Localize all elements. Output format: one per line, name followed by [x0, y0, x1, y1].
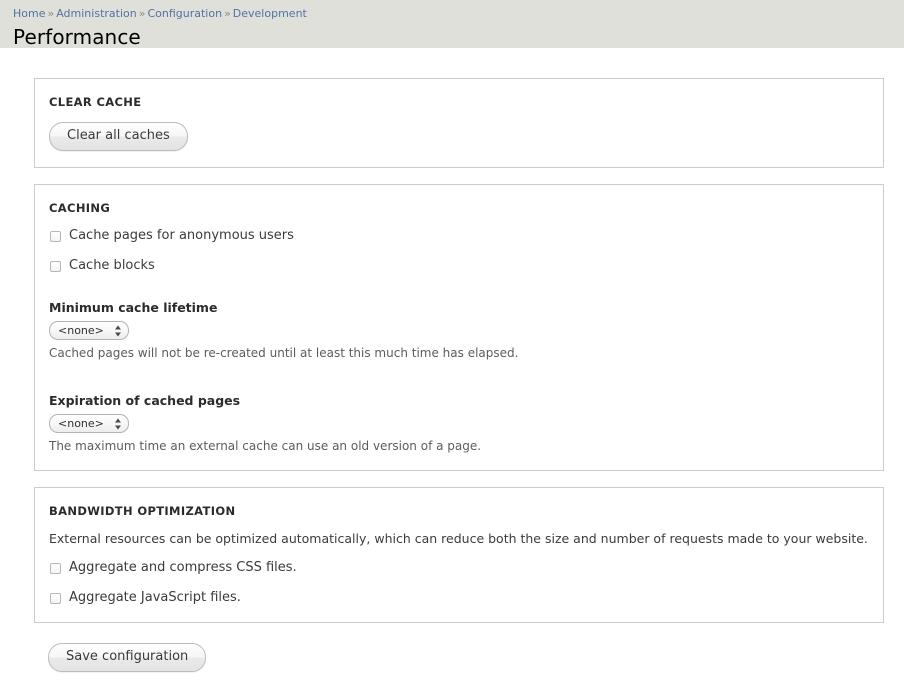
- select-wrap-expiration-cached-pages: <none>: [49, 414, 129, 433]
- checkbox-label-aggregate-css[interactable]: Aggregate and compress CSS files.: [69, 560, 297, 576]
- breadcrumb-separator: »: [45, 7, 56, 20]
- breadcrumb: Home»Administration»Configuration»Develo…: [0, 7, 904, 21]
- checkbox-aggregate-css[interactable]: [50, 563, 61, 574]
- fieldset-legend-bandwidth-optimization: BANDWIDTH OPTIMIZATION: [49, 504, 869, 518]
- fieldset-legend-caching: CACHING: [49, 201, 869, 215]
- clear-all-caches-button[interactable]: Clear all caches: [49, 122, 188, 151]
- description-expiration-cached-pages: The maximum time an external cache can u…: [49, 438, 869, 454]
- fieldset-clear-cache: CLEAR CACHE Clear all caches: [34, 78, 884, 168]
- checkbox-label-cache-blocks[interactable]: Cache blocks: [69, 258, 155, 274]
- label-minimum-cache-lifetime: Minimum cache lifetime: [49, 300, 869, 316]
- checkbox-row-aggregate-css[interactable]: Aggregate and compress CSS files.: [49, 560, 869, 576]
- save-configuration-button[interactable]: Save configuration: [48, 643, 206, 672]
- breadcrumb-separator: »: [222, 7, 233, 20]
- checkbox-row-aggregate-js[interactable]: Aggregate JavaScript files.: [49, 590, 869, 606]
- breadcrumb-separator: »: [137, 7, 148, 20]
- page-title: Performance: [0, 21, 904, 49]
- form-actions: Save configuration: [34, 639, 884, 672]
- checkbox-row-cache-blocks[interactable]: Cache blocks: [49, 258, 869, 274]
- select-expiration-cached-pages[interactable]: <none>: [49, 414, 129, 433]
- breadcrumb-item-administration[interactable]: Administration: [56, 7, 137, 20]
- bandwidth-optimization-intro: External resources can be optimized auto…: [49, 531, 869, 547]
- page-header: Home»Administration»Configuration»Develo…: [0, 0, 904, 48]
- select-wrap-minimum-cache-lifetime: <none>: [49, 321, 129, 340]
- checkbox-label-cache-anonymous[interactable]: Cache pages for anonymous users: [69, 228, 294, 244]
- breadcrumb-item-home[interactable]: Home: [13, 7, 45, 20]
- breadcrumb-item-development[interactable]: Development: [233, 7, 307, 20]
- breadcrumb-item-configuration[interactable]: Configuration: [147, 7, 222, 20]
- checkbox-label-aggregate-js[interactable]: Aggregate JavaScript files.: [69, 590, 241, 606]
- main-content: CLEAR CACHE Clear all caches CACHING Cac…: [0, 48, 904, 672]
- select-minimum-cache-lifetime[interactable]: <none>: [49, 321, 129, 340]
- form-item-expiration-cached-pages: Expiration of cached pages <none> The ma…: [49, 393, 869, 454]
- checkbox-cache-anonymous[interactable]: [50, 231, 61, 242]
- checkbox-row-cache-anonymous[interactable]: Cache pages for anonymous users: [49, 228, 869, 244]
- checkbox-aggregate-js[interactable]: [50, 593, 61, 604]
- fieldset-legend-clear-cache: CLEAR CACHE: [49, 95, 869, 109]
- fieldset-caching: CACHING Cache pages for anonymous users …: [34, 184, 884, 471]
- checkbox-cache-blocks[interactable]: [50, 261, 61, 272]
- label-expiration-cached-pages: Expiration of cached pages: [49, 393, 869, 409]
- form-item-minimum-cache-lifetime: Minimum cache lifetime <none> Cached pag…: [49, 300, 869, 361]
- fieldset-bandwidth-optimization: BANDWIDTH OPTIMIZATION External resource…: [34, 487, 884, 623]
- description-minimum-cache-lifetime: Cached pages will not be re-created unti…: [49, 345, 869, 361]
